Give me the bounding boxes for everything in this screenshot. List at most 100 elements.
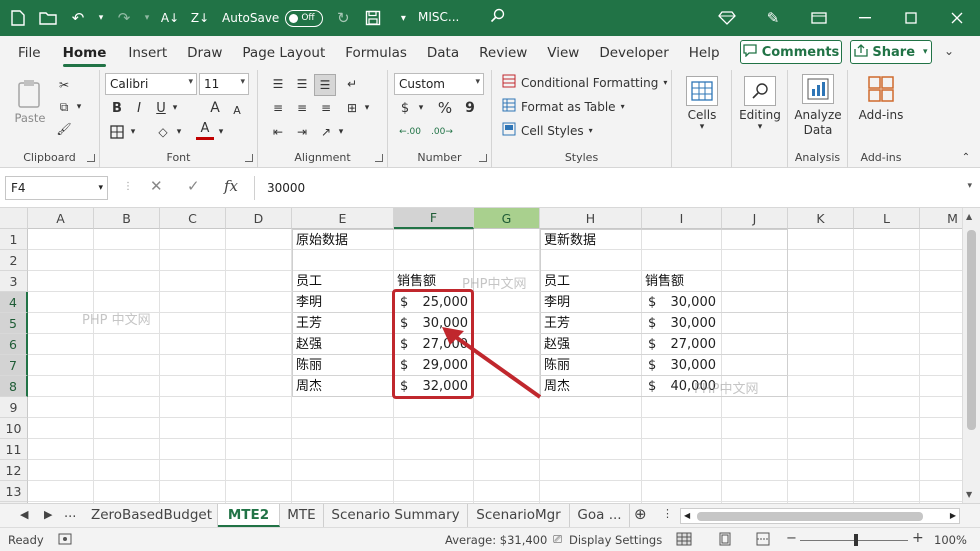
share-dropdown-icon[interactable]: ▾ [923,47,928,57]
increase-indent-icon[interactable]: ⇥ [292,122,312,142]
grow-font-button[interactable]: A [206,98,224,118]
align-bottom-icon[interactable]: ☰ [314,74,336,96]
tab-file[interactable]: File [8,36,51,70]
sort-desc-icon[interactable]: Z↓ [188,6,212,30]
column-header-l[interactable]: L [854,208,920,229]
number-launcher-icon[interactable] [479,154,487,162]
qat-dropdown-icon[interactable]: ▾ [391,6,415,30]
align-center-icon[interactable]: ≡ [292,98,312,118]
addins-button-label[interactable]: Add-ins [848,108,914,122]
fill-color-icon[interactable]: ◇ [154,122,172,142]
updated-sales-value[interactable]: 27,000 [642,334,717,355]
enter-icon[interactable]: ✓ [187,177,200,195]
analyze-data-label[interactable]: Analyze Data [792,108,844,138]
row-header-2[interactable]: 2 [0,250,28,271]
row-header-6[interactable]: 6 [0,334,28,355]
align-right-icon[interactable]: ≡ [316,98,336,118]
formula-input[interactable]: 30000 [254,176,972,200]
name-box[interactable]: F4 ▾ [5,176,108,200]
horizontal-scroll-thumb[interactable] [697,512,923,521]
group-cells[interactable]: Cells ▾ [672,70,732,168]
currency-dropdown-icon[interactable]: ▾ [416,98,426,118]
orientation-dropdown-icon[interactable]: ▾ [336,122,346,142]
zoom-in-button[interactable]: + [912,530,924,546]
redo-icon[interactable]: ↷ [112,6,136,30]
tab-split-grip-icon[interactable]: ⋮ [662,507,673,520]
analyze-data-icon[interactable] [802,74,834,104]
sheet-prev-icon[interactable]: ◀ [20,508,28,521]
horizontal-scrollbar[interactable]: ◀ ▶ [680,508,960,524]
sheet-tab-goal[interactable]: Goa ... [570,504,630,527]
align-middle-icon[interactable]: ☰ [292,74,312,94]
refresh-icon[interactable]: ↻ [331,6,355,30]
copy-icon[interactable]: ⧉ [54,98,74,116]
save-icon[interactable] [361,6,385,30]
tab-page-layout[interactable]: Page Layout [232,36,335,70]
updated-sales-value[interactable]: 30,000 [642,355,717,376]
row-header-5[interactable]: 5 [0,313,28,334]
undo-dropdown-icon[interactable]: ▾ [96,6,106,30]
ribbon-display-icon[interactable] [796,0,842,36]
updated-sales-value[interactable]: 30,000 [642,292,717,313]
original-employee-name[interactable]: 王芳 [296,313,322,334]
page-break-view-icon[interactable] [756,532,770,549]
decrease-decimal-button[interactable]: .00 → [428,122,456,142]
zoom-slider-knob[interactable] [854,534,858,546]
currency-button[interactable]: $ [396,98,414,118]
zoom-level[interactable]: 100% [934,533,967,547]
merge-dropdown-icon[interactable]: ▾ [362,98,372,118]
underline-dropdown-icon[interactable]: ▾ [170,98,180,118]
original-employee-name[interactable]: 陈丽 [296,355,322,376]
row-header-8[interactable]: 8 [0,376,28,397]
row-header-3[interactable]: 3 [0,271,28,292]
zoom-out-button[interactable]: − [786,531,797,546]
sheet-tab-mte[interactable]: MTE [280,504,324,527]
align-top-icon[interactable]: ☰ [268,74,288,94]
file-icon[interactable] [6,6,30,30]
spreadsheet-grid[interactable]: ABCDEFGHIJKLM1234567891011121314原始数据员工销售… [0,208,980,503]
original-employee-name[interactable]: 赵强 [296,334,322,355]
conditional-formatting-button[interactable]: Conditional Formatting ▾ [502,74,667,91]
tab-developer[interactable]: Developer [589,36,678,70]
add-sheet-icon[interactable]: ⊕ [634,505,647,523]
page-layout-view-icon[interactable] [718,532,732,549]
alignment-launcher-icon[interactable] [375,154,383,162]
open-icon[interactable] [36,6,60,30]
format-as-table-button[interactable]: Format as Table ▾ [502,98,625,115]
row-header-12[interactable]: 12 [0,460,28,481]
cancel-icon[interactable]: ✕ [150,177,163,195]
expand-formula-icon[interactable]: ▾ [967,181,972,191]
decrease-indent-icon[interactable]: ⇤ [268,122,288,142]
updated-employee-name[interactable]: 李明 [544,292,570,313]
scroll-left-icon[interactable]: ◀ [684,511,690,520]
autosave[interactable]: AutoSave Off [222,9,324,27]
tab-formulas[interactable]: Formulas [335,36,417,70]
original-employee-name[interactable]: 李明 [296,292,322,313]
column-header-j[interactable]: J [722,208,788,229]
sheet-tab-zerobasedbudget[interactable]: ZeroBasedBudget [86,504,218,527]
column-header-c[interactable]: C [160,208,226,229]
merge-center-icon[interactable]: ⊞ [342,98,362,118]
row-header-4[interactable]: 4 [0,292,28,313]
status-average[interactable]: Average: $31,400 [445,533,547,547]
row-header-11[interactable]: 11 [0,439,28,460]
column-header-i[interactable]: I [642,208,722,229]
percent-button[interactable]: % [436,98,454,118]
close-icon[interactable] [934,0,980,36]
minimize-icon[interactable] [842,0,888,36]
autosave-toggle[interactable]: Off [285,9,324,27]
tab-view[interactable]: View [537,36,589,70]
maximize-icon[interactable] [888,0,934,36]
tab-review[interactable]: Review [469,36,537,70]
display-settings-label[interactable]: Display Settings [569,533,662,547]
tab-insert[interactable]: Insert [118,36,177,70]
group-editing[interactable]: Editing ▾ [732,70,788,168]
wrap-text-icon[interactable]: ↵ [342,74,362,94]
column-header-k[interactable]: K [788,208,854,229]
updated-employee-name[interactable]: 赵强 [544,334,570,355]
sheet-tab-scenario-summary[interactable]: Scenario Summary [324,504,468,527]
insert-function-button[interactable]: fx [224,177,238,195]
font-size-select[interactable]: 11 ▾ [199,73,249,95]
column-header-f[interactable]: F [394,208,474,229]
clipboard-launcher-icon[interactable] [87,154,95,162]
